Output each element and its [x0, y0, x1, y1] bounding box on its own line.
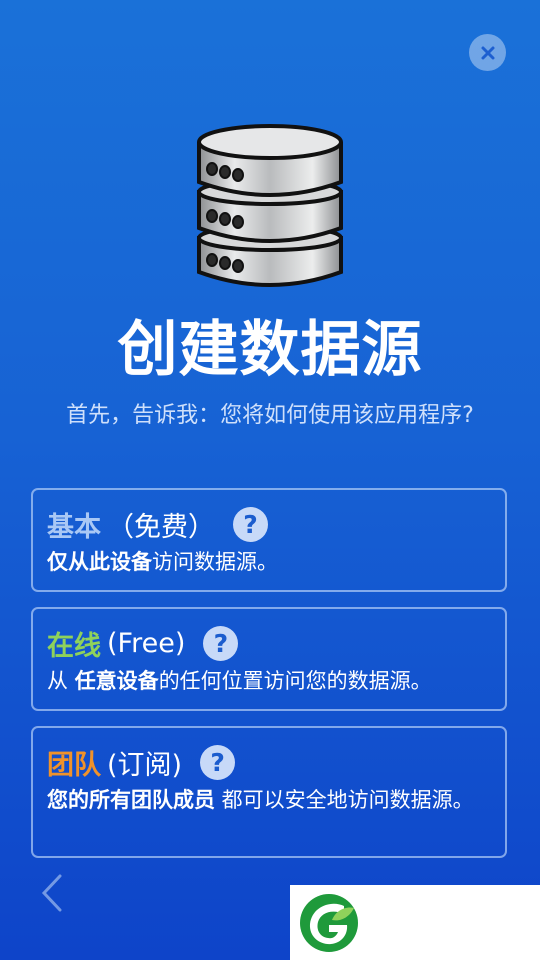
option-card-basic[interactable]: 基本 （免费） ? 仅从此设备访问数据源。 — [31, 488, 507, 592]
leaf-logo-icon — [300, 894, 358, 952]
option-pricing: (订阅) — [107, 749, 183, 781]
option-card-team[interactable]: 团队 (订阅) ? 您的所有团队成员 都可以安全地访问数据源。 — [31, 726, 507, 858]
database-icon — [197, 124, 343, 287]
option-desc-bold: 您的所有团队成员 — [47, 788, 215, 812]
chevron-left-icon[interactable] — [38, 872, 68, 914]
option-description: 从 任意设备的任何位置访问您的数据源。 — [47, 667, 491, 696]
option-title: 基本 （免费） ? — [47, 502, 491, 546]
page-subtitle: 首先，告诉我：您将如何使用该应用程序? — [66, 403, 474, 428]
option-desc-text: 的任何位置访问您的数据源。 — [158, 669, 432, 693]
close-icon — [481, 46, 494, 59]
option-name: 团队 — [47, 749, 101, 781]
close-button[interactable] — [469, 34, 506, 71]
option-description: 仅从此设备访问数据源。 — [47, 548, 491, 577]
logo-badge — [290, 885, 540, 960]
help-icon[interactable]: ? — [203, 625, 239, 661]
option-desc-text: 访问数据源。 — [152, 550, 278, 574]
option-card-online[interactable]: 在线 (Free) ? 从 任意设备的任何位置访问您的数据源。 — [31, 607, 507, 711]
option-desc-prefix: 从 — [47, 669, 75, 693]
option-title: 在线 (Free) ? — [47, 621, 491, 665]
option-pricing: （免费） — [107, 511, 215, 543]
option-name: 在线 — [47, 630, 101, 662]
option-title: 团队 (订阅) ? — [47, 740, 491, 784]
page-title: 创建数据源 — [117, 315, 423, 385]
option-desc-bold: 仅从此设备 — [47, 550, 152, 574]
option-description: 您的所有团队成员 都可以安全地访问数据源。 — [47, 786, 491, 815]
option-name: 基本 — [47, 511, 101, 543]
help-icon[interactable]: ? — [200, 744, 236, 780]
help-icon[interactable]: ? — [233, 506, 268, 542]
option-pricing: (Free) — [107, 627, 186, 659]
option-desc-text: 都可以安全地访问数据源。 — [215, 788, 474, 812]
option-desc-bold: 任意设备 — [74, 669, 159, 693]
